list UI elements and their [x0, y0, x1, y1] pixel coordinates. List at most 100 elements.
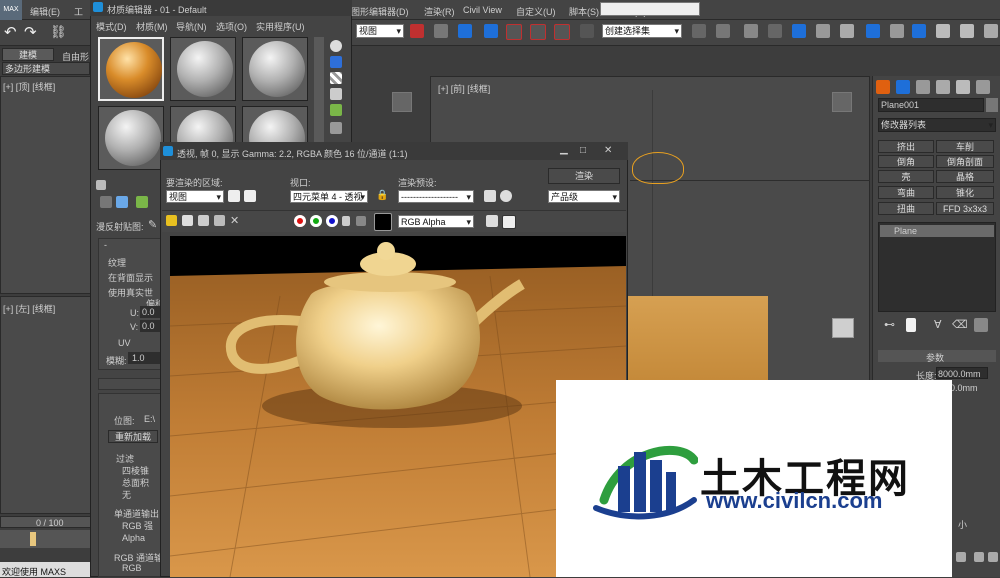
- render-button[interactable]: 渲染: [548, 168, 620, 184]
- mono-alpha-radio[interactable]: Alpha: [122, 533, 145, 543]
- copy-image-icon[interactable]: [182, 215, 193, 226]
- selection-set-dropdown[interactable]: 创建选择集: [602, 24, 682, 38]
- remove-modifier-icon[interactable]: ⌫: [952, 318, 968, 331]
- menu-edit[interactable]: 编辑(E): [30, 5, 60, 18]
- tab-modeling[interactable]: 建模: [2, 48, 54, 61]
- show-end-result-icon[interactable]: [906, 318, 916, 332]
- utilities-tab-icon[interactable]: [976, 80, 990, 94]
- display-tab-icon[interactable]: [956, 80, 970, 94]
- clone-frame-icon[interactable]: [198, 215, 209, 226]
- modifier-taper-button[interactable]: 锥化: [936, 186, 994, 199]
- material-slot-1[interactable]: [98, 37, 164, 101]
- snap-3d-icon[interactable]: [484, 24, 498, 38]
- move-icon[interactable]: [434, 24, 448, 38]
- assign-material-icon[interactable]: [116, 196, 128, 208]
- menu-scripting[interactable]: 脚本(S): [569, 5, 599, 18]
- modifier-bevel-button[interactable]: 倒角: [878, 155, 934, 168]
- viewport-top-label[interactable]: [+] [顶] [线框]: [3, 80, 55, 93]
- material-editor-icon[interactable]: [866, 24, 880, 38]
- object-color-swatch[interactable]: [986, 98, 998, 112]
- make-unique-icon[interactable]: ∀: [934, 318, 942, 331]
- viewcube-front-icon[interactable]: [832, 92, 852, 112]
- bitmap-path[interactable]: E:\: [144, 414, 155, 424]
- minimize-icon[interactable]: ▁: [560, 144, 568, 155]
- get-material-icon[interactable]: [96, 180, 106, 190]
- noise-rollout[interactable]: [98, 378, 162, 390]
- spinner-snap-icon[interactable]: [554, 24, 570, 40]
- modifier-lattice-button[interactable]: 晶格: [936, 170, 994, 183]
- reset-map-icon[interactable]: [136, 196, 148, 208]
- modifier-list-dropdown[interactable]: 修改器列表: [878, 118, 996, 132]
- pin-stack-icon[interactable]: ⊷: [884, 318, 895, 331]
- view-dropdown[interactable]: 视图: [356, 24, 404, 38]
- material-menu-modes[interactable]: 模式(D): [96, 20, 127, 33]
- nav-pan-icon[interactable]: [974, 552, 984, 562]
- edit-named-selection-icon[interactable]: [580, 24, 594, 38]
- close-icon[interactable]: ✕: [604, 145, 612, 156]
- rgb-output-radio[interactable]: RGB: [122, 563, 142, 573]
- area-to-render-dropdown[interactable]: 视图: [166, 190, 224, 203]
- toggle-ui-overlay-icon[interactable]: [486, 215, 498, 227]
- filter-none-radio[interactable]: 无: [122, 488, 131, 501]
- swatch-color-icon[interactable]: [374, 213, 392, 231]
- auto-region-icon[interactable]: [244, 190, 256, 202]
- red-channel-icon[interactable]: [294, 215, 306, 227]
- menu-civil-view[interactable]: Civil View: [463, 5, 502, 15]
- modifier-shell-button[interactable]: 壳: [878, 170, 934, 183]
- menu-rendering[interactable]: 渲染(R): [424, 5, 455, 18]
- material-slot-3[interactable]: [242, 37, 308, 101]
- nav-zoom-icon[interactable]: [956, 552, 966, 562]
- texture-radio[interactable]: 纹理: [108, 256, 126, 269]
- green-channel-icon[interactable]: [310, 215, 322, 227]
- schematic-view-icon[interactable]: [840, 24, 854, 38]
- menu-customize[interactable]: 自定义(U): [516, 5, 556, 18]
- create-tab-icon[interactable]: [876, 80, 890, 94]
- reload-button[interactable]: 重新加载: [108, 430, 158, 443]
- motion-tab-icon[interactable]: [936, 80, 950, 94]
- uv-tiling-icon[interactable]: [330, 88, 342, 100]
- viewcube-icon[interactable]: [392, 92, 412, 112]
- toggle-ui-icon[interactable]: [502, 215, 516, 229]
- snap-icon[interactable]: [410, 24, 424, 38]
- curve-editor-icon[interactable]: [816, 24, 830, 38]
- render-preset-dropdown[interactable]: -------------------: [398, 190, 474, 203]
- display-channel-dropdown[interactable]: RGB Alpha: [398, 215, 474, 228]
- link-icon[interactable]: ⛓: [50, 24, 67, 40]
- put-to-scene-icon[interactable]: [100, 196, 112, 208]
- render-production-icon[interactable]: [936, 24, 950, 38]
- render-activeshade-icon[interactable]: [984, 24, 998, 38]
- material-menu-utilities[interactable]: 实用程序(U): [256, 20, 305, 33]
- menu-tools[interactable]: 工: [74, 5, 83, 18]
- backlight-icon[interactable]: [330, 56, 342, 68]
- video-color-check-icon[interactable]: [330, 104, 342, 116]
- rollout-collapse-icon[interactable]: -: [104, 240, 107, 250]
- track-bar[interactable]: [0, 530, 92, 548]
- search-field[interactable]: [600, 2, 700, 16]
- layer-icon[interactable]: [744, 24, 758, 38]
- maximize-icon[interactable]: □: [580, 145, 586, 156]
- viewport-left[interactable]: [0, 296, 92, 514]
- save-image-icon[interactable]: [166, 215, 177, 226]
- print-image-icon[interactable]: [214, 215, 225, 226]
- render-iterative-icon[interactable]: [960, 24, 974, 38]
- nav-orbit-icon[interactable]: [988, 552, 998, 562]
- material-slot-4[interactable]: [98, 106, 164, 170]
- rendered-frame-icon[interactable]: [912, 24, 926, 38]
- viewcube-perspective-icon[interactable]: [832, 318, 854, 338]
- percent-snap-icon[interactable]: [530, 24, 546, 40]
- options-icon[interactable]: [330, 122, 342, 134]
- lock-viewport-icon[interactable]: 🔒: [376, 190, 388, 201]
- ribbon-icon[interactable]: [792, 24, 806, 38]
- align-icon[interactable]: [716, 24, 730, 38]
- uv-radio[interactable]: UV: [118, 338, 131, 348]
- viewport-front-label[interactable]: [+] [前] [线框]: [438, 82, 490, 95]
- rotate-icon[interactable]: [458, 24, 472, 38]
- undo-icon[interactable]: ↶: [4, 23, 17, 41]
- render-setup-icon[interactable]: [890, 24, 904, 38]
- scene-explorer-icon[interactable]: [768, 24, 782, 38]
- output-quality-dropdown[interactable]: 产品级: [548, 190, 620, 203]
- configure-sets-icon[interactable]: [974, 318, 988, 332]
- modifier-ffd-button[interactable]: FFD 3x3x3: [936, 202, 994, 215]
- material-menu-navigation[interactable]: 导航(N): [176, 20, 207, 33]
- menu-graph-editors[interactable]: 图形编辑器(D): [351, 5, 409, 18]
